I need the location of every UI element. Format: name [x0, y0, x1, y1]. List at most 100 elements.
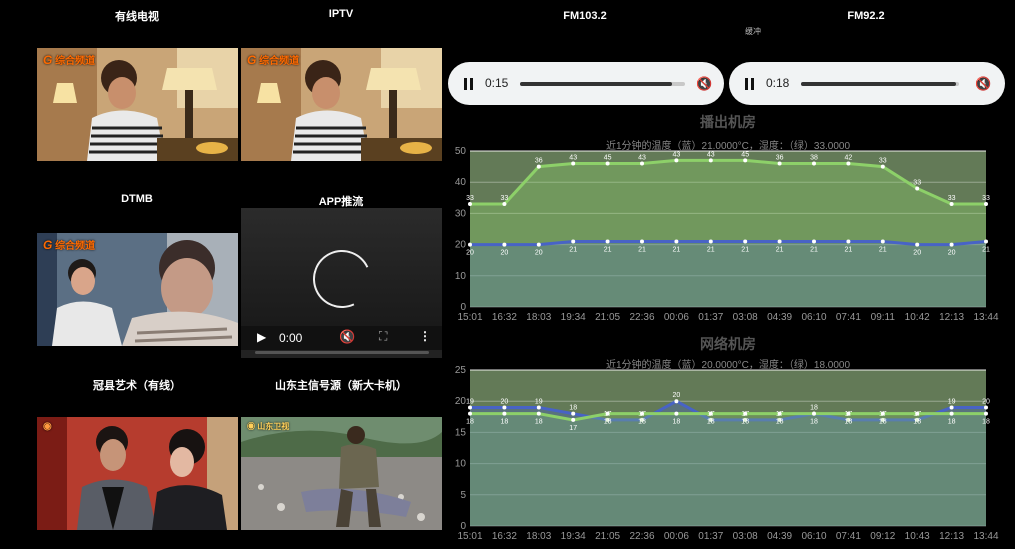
- x-tick-label: 07:41: [836, 312, 861, 323]
- data-label: 20: [501, 250, 509, 257]
- seek-bar[interactable]: [255, 351, 429, 354]
- data-point: [743, 411, 748, 416]
- audio-seek-bar[interactable]: [801, 82, 959, 86]
- data-point: [812, 411, 816, 416]
- data-label: 36: [776, 154, 784, 161]
- data-label: 19: [948, 398, 956, 405]
- video-frame: [37, 417, 238, 530]
- x-tick-label: 06:10: [801, 312, 826, 323]
- data-label: 21: [845, 246, 853, 253]
- video-label-iptv: IPTV: [328, 8, 354, 20]
- x-tick-label: 09:12: [870, 531, 895, 542]
- data-label: 33: [982, 195, 990, 202]
- x-tick-label: 10:42: [905, 312, 930, 323]
- data-label: 21: [604, 246, 612, 253]
- y-tick-label: 20: [455, 396, 467, 407]
- data-label: 20: [501, 398, 509, 405]
- data-label: 18: [535, 419, 543, 426]
- data-point: [846, 161, 851, 166]
- data-label: 20: [913, 250, 921, 257]
- x-tick-label: 00:06: [664, 312, 689, 323]
- data-point: [468, 411, 472, 416]
- data-point: [880, 239, 885, 244]
- audio-progress: [801, 82, 956, 86]
- player-controls: ▶ 0:00 🔇 ⛶ ⋮: [241, 326, 442, 350]
- x-tick-label: 12:13: [939, 531, 964, 542]
- data-point: [984, 202, 988, 207]
- data-label: 18: [845, 419, 853, 426]
- data-label: 21: [810, 246, 818, 253]
- data-label: 21: [707, 246, 715, 253]
- data-label: 33: [948, 195, 956, 202]
- data-label: 21: [776, 246, 784, 253]
- data-point: [812, 161, 816, 166]
- play-icon[interactable]: ▶: [257, 330, 266, 344]
- y-tick-label: 40: [455, 177, 467, 188]
- muted-icon[interactable]: 🔇: [975, 76, 991, 92]
- x-tick-label: 07:41: [836, 531, 861, 542]
- x-tick-label: 03:08: [733, 531, 758, 542]
- channel-logo: G 综合频道: [43, 238, 96, 252]
- muted-icon[interactable]: 🔇: [339, 329, 355, 345]
- player-time: 0:00: [279, 331, 303, 345]
- data-label: 20: [948, 250, 956, 257]
- data-point: [812, 239, 816, 244]
- data-point: [674, 399, 679, 404]
- data-label: 18: [604, 419, 612, 426]
- data-label: 43: [707, 151, 715, 158]
- data-label: 20: [982, 398, 990, 405]
- data-point: [674, 158, 679, 163]
- fullscreen-icon[interactable]: ⛶: [379, 329, 387, 344]
- temperature-humidity-chart-broadcast: 0102030405015:01 16:32 18:03 19:34 21:05 22:3…: [455, 146, 999, 323]
- muted-icon[interactable]: 🔇: [696, 76, 712, 92]
- x-tick-label: 21:05: [595, 531, 620, 542]
- video-cable-tv[interactable]: G 综合频道: [37, 48, 238, 161]
- audio-seek-bar[interactable]: [520, 82, 685, 86]
- data-label: 21: [673, 246, 681, 253]
- y-tick-label: 5: [460, 490, 466, 501]
- audio-player-fm1032[interactable]: 0:15 🔇: [448, 62, 724, 105]
- pause-icon[interactable]: [745, 78, 755, 90]
- data-label: 33: [879, 158, 887, 165]
- data-label: 33: [913, 179, 921, 186]
- y-tick-label: 50: [455, 146, 467, 157]
- data-point: [777, 411, 782, 416]
- video-dtmb[interactable]: G 综合频道: [37, 233, 238, 346]
- series-area: [470, 241, 986, 307]
- data-point: [949, 411, 954, 416]
- data-label: 18: [879, 419, 887, 426]
- more-vert-icon[interactable]: ⋮: [419, 329, 431, 343]
- data-label: 18: [913, 419, 921, 426]
- y-tick-label: 10: [455, 271, 467, 282]
- data-point: [915, 411, 920, 416]
- x-tick-label: 13:44: [973, 531, 998, 542]
- audio-player-fm922[interactable]: 0:18 🔇: [729, 62, 1005, 105]
- data-point: [984, 239, 988, 244]
- channel-logo: ◉ 山东卫视: [247, 422, 290, 431]
- video-iptv[interactable]: G 综合频道: [241, 48, 442, 161]
- x-tick-label: 18:03: [526, 312, 551, 323]
- channel-logo: ◉: [43, 421, 52, 432]
- video-guanxian-art[interactable]: ◉: [37, 417, 238, 530]
- x-tick-label: 09:11: [871, 312, 896, 323]
- data-point: [880, 411, 885, 416]
- data-point: [949, 242, 954, 247]
- data-label: 18: [810, 419, 818, 426]
- data-label: 17: [569, 425, 577, 432]
- data-point: [984, 405, 988, 410]
- app-stream-player[interactable]: ▶ 0:00 🔇 ⛶ ⋮: [241, 208, 442, 358]
- video-label-guanxian: 冠县艺术（有线）: [93, 380, 181, 392]
- x-tick-label: 00:06: [664, 531, 689, 542]
- video-shandong-main[interactable]: ◉ 山东卫视: [241, 417, 442, 530]
- data-point: [536, 405, 541, 410]
- data-point: [502, 242, 507, 247]
- x-tick-label: 21:05: [595, 312, 620, 323]
- data-label: 42: [845, 154, 853, 161]
- data-point: [708, 239, 713, 244]
- pause-icon[interactable]: [464, 78, 474, 90]
- x-tick-label: 15:01: [457, 531, 482, 542]
- data-label: 45: [741, 151, 749, 158]
- data-label: 43: [569, 154, 577, 161]
- x-tick-label: 15:01: [457, 312, 482, 323]
- x-tick-label: 16:32: [492, 531, 517, 542]
